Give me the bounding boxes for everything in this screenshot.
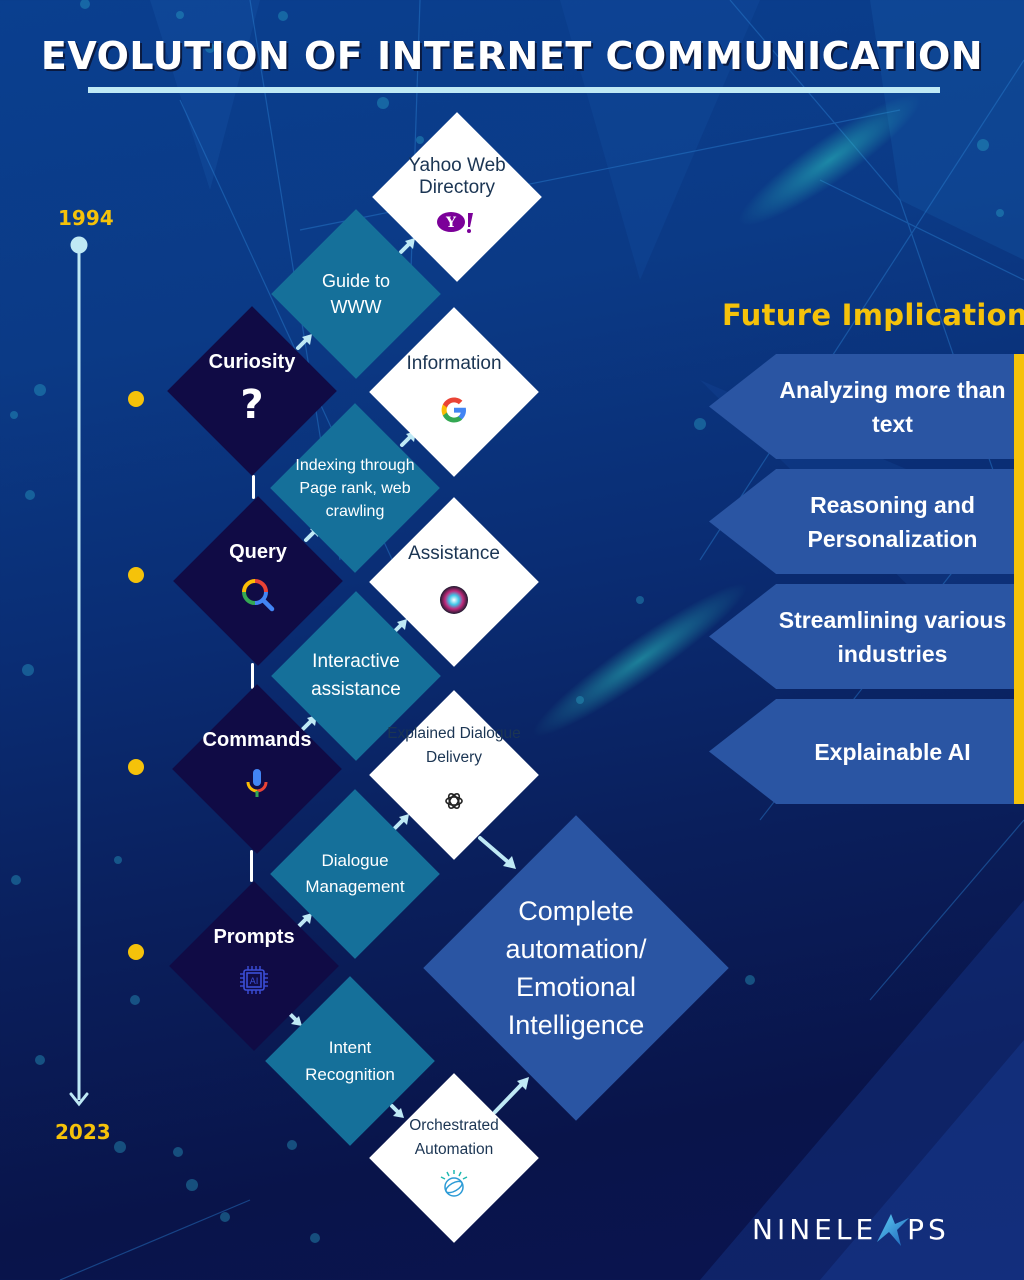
final-outcome-complete-automation: Complete automation/ Emotional Intellige… [423,815,729,1121]
outcome-label: Assistance [408,543,500,564]
future-item-label: Reasoning and Personalization [807,491,978,552]
yahoo-logo-icon: Y [435,205,479,239]
future-item-label: Analyzing more than text [779,376,1006,437]
timeline-end-arrow [69,1092,89,1107]
process-label: Interactive assistance [311,651,401,700]
question-mark-icon: ? [240,381,264,428]
stage-curiosity: Curiosity ? [167,306,337,476]
timeline-start-year: 1994 [58,206,114,230]
future-item-label: Streamlining various industries [778,606,1007,667]
brand-name-right: PS [907,1212,950,1246]
process-label: Dialogue Management [305,851,405,896]
stage-label: Curiosity [208,350,296,373]
page-title: EVOLUTION OF INTERNET COMMUNICATION [40,34,984,78]
stage-prompts: Prompts AI [169,881,339,1051]
ibm-watson-icon [438,1166,470,1200]
future-item-analyzing: Analyzing more than text [709,354,1014,459]
outcome-label: Explained Dialogue Delivery [387,725,521,766]
future-implications-title: Future Implications [722,298,1024,332]
svg-text:AI: AI [250,977,259,987]
timeline-start-node [70,236,88,254]
outcome-label: Orchestrated Automation [409,1117,499,1158]
process-label: Indexing through Page rank, web crawling [295,456,415,520]
future-item-streamlining: Streamlining various industries [709,584,1014,689]
timeline-end-year: 2023 [55,1120,111,1144]
stage-commands: Commands [172,684,342,854]
search-icon [240,578,276,612]
openai-logo-icon [443,784,465,818]
future-item-reasoning: Reasoning and Personalization [709,469,1014,574]
svg-text:Y: Y [445,215,457,231]
google-logo-icon [439,393,469,427]
stage-dot-curiosity [128,391,144,407]
stage-dot-commands [128,759,144,775]
brand-name-left: NINELE [752,1212,878,1246]
final-outcome-label: Complete automation/ Emotional Intellige… [505,896,647,1040]
brand-logo: NINELE PS [752,1212,950,1246]
outcome-label: Yahoo Web Directory [408,155,506,198]
microphone-icon [244,766,270,800]
stage-connector [250,850,253,882]
future-accent-bar [1014,354,1024,804]
future-item-explainable-ai: Explainable AI [709,699,1014,804]
future-item-label: Explainable AI [814,738,971,765]
process-label: Intent Recognition [305,1038,395,1084]
stage-label: Commands [202,728,312,751]
stage-label: Prompts [213,925,295,948]
ai-chip-icon: AI [237,963,271,997]
siri-orb-icon [439,583,469,617]
outcome-label: Information [406,353,502,374]
stage-label: Query [229,540,287,563]
stage-dot-query [128,567,144,583]
stage-dot-prompts [128,944,144,960]
process-label: Guide to WWW [321,271,391,317]
star-logo-icon [875,1212,910,1246]
title-underline [88,87,940,93]
